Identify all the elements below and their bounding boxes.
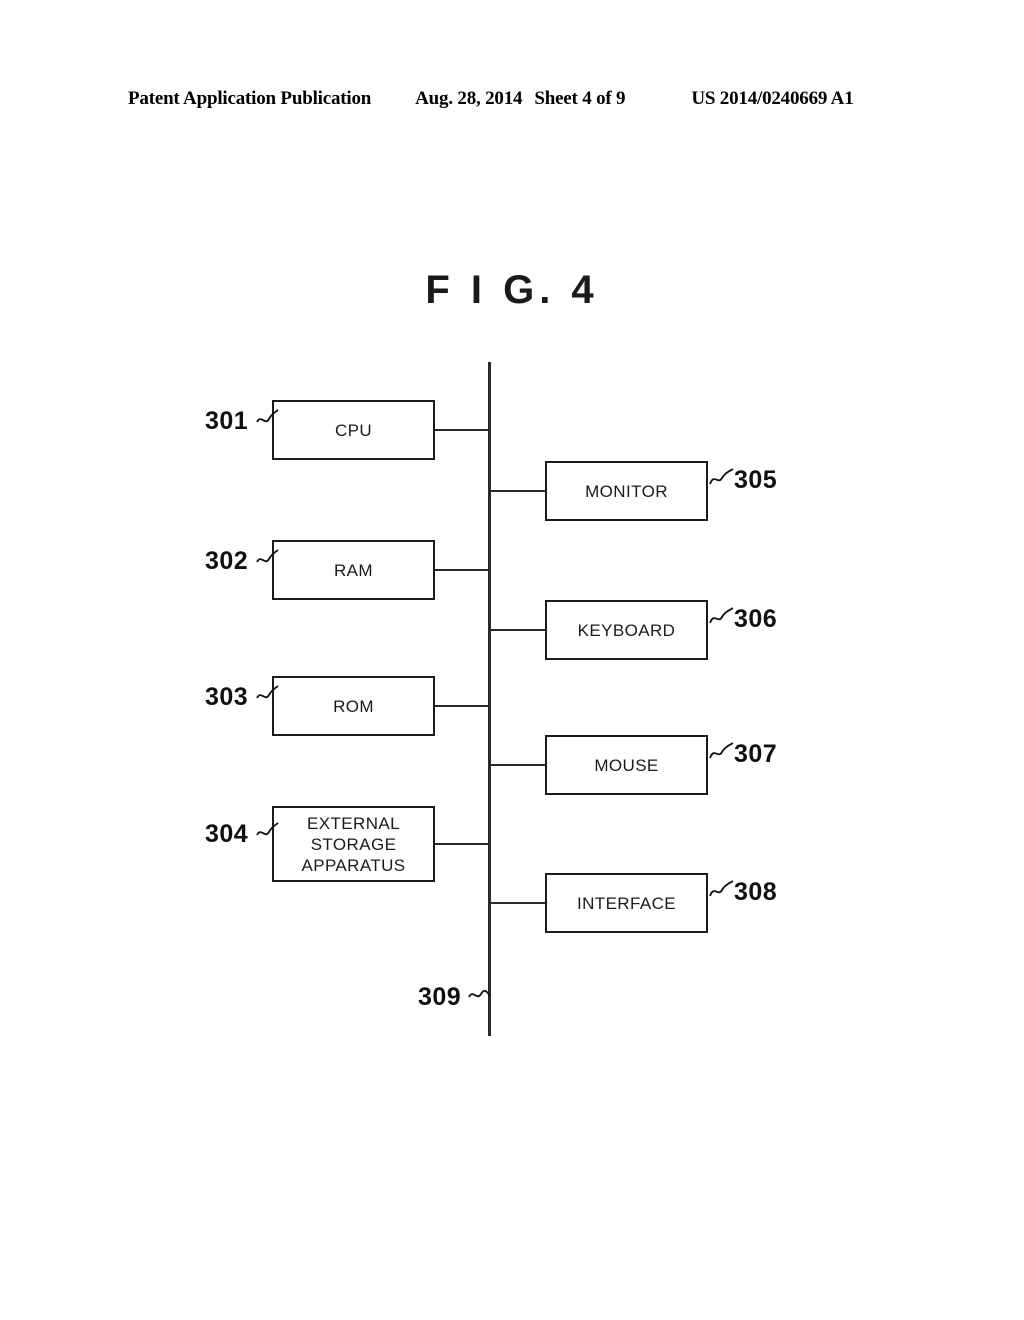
- ref-numeral-302: 302: [205, 547, 249, 575]
- system-bus-line: [488, 362, 491, 1036]
- unit-label-keyboard: KEYBOARD: [577, 620, 676, 640]
- leader-line-306: [709, 607, 734, 624]
- block-diagram: CPU RAM ROM EXTERNAL STORAGE APPARATUS M…: [0, 0, 1024, 1320]
- connector-bus-interface: [491, 902, 547, 904]
- connector-storage-bus: [435, 843, 491, 845]
- unit-label-rom: ROM: [333, 696, 374, 716]
- leader-line-301: [256, 409, 279, 423]
- unit-label-cpu: CPU: [334, 420, 373, 440]
- connector-cpu-bus: [435, 429, 491, 431]
- leader-line-309: [468, 989, 491, 998]
- unit-box-interface[interactable]: INTERFACE: [545, 873, 708, 933]
- ref-numeral-301: 301: [205, 407, 249, 435]
- unit-box-rom[interactable]: ROM: [272, 676, 435, 736]
- ref-numeral-305: 305: [734, 466, 778, 494]
- leader-line-307: [709, 742, 734, 759]
- unit-box-mouse[interactable]: MOUSE: [545, 735, 708, 795]
- unit-box-keyboard[interactable]: KEYBOARD: [545, 600, 708, 660]
- unit-label-interface: INTERFACE: [576, 893, 676, 913]
- ref-numeral-309: 309: [418, 983, 462, 1011]
- ref-numeral-307: 307: [734, 740, 778, 768]
- leader-line-302: [256, 549, 279, 563]
- unit-box-monitor[interactable]: MONITOR: [545, 461, 708, 521]
- unit-label-external-storage-apparatus: EXTERNAL STORAGE APPARATUS: [301, 813, 406, 875]
- unit-box-cpu[interactable]: CPU: [272, 400, 435, 460]
- leader-line-303: [256, 685, 279, 699]
- connector-bus-monitor: [491, 490, 547, 492]
- leader-line-308: [709, 880, 734, 897]
- unit-box-ram[interactable]: RAM: [272, 540, 435, 600]
- patent-figure-page: Patent Application Publication Aug. 28, …: [0, 0, 1024, 1320]
- connector-ram-bus: [435, 569, 491, 571]
- unit-box-external-storage-apparatus[interactable]: EXTERNAL STORAGE APPARATUS: [272, 806, 435, 882]
- connector-bus-mouse: [491, 764, 547, 766]
- ref-numeral-304: 304: [205, 820, 249, 848]
- leader-line-304: [256, 822, 279, 836]
- ref-numeral-306: 306: [734, 605, 778, 633]
- leader-line-305: [709, 468, 734, 485]
- ref-numeral-308: 308: [734, 878, 778, 906]
- unit-label-ram: RAM: [334, 560, 373, 580]
- unit-label-monitor: MONITOR: [585, 481, 668, 501]
- connector-bus-keyboard: [491, 629, 547, 631]
- ref-numeral-303: 303: [205, 683, 249, 711]
- connector-rom-bus: [435, 705, 491, 707]
- unit-label-mouse: MOUSE: [594, 755, 659, 775]
